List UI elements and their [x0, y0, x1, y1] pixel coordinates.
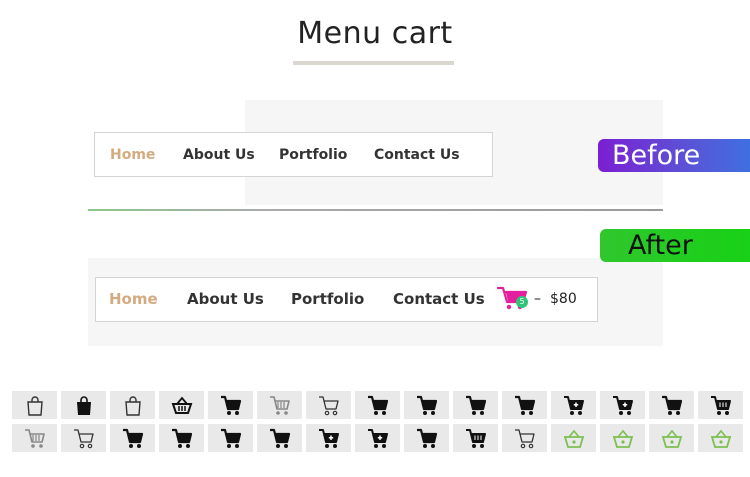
nav-item-about-us[interactable]: About Us [183, 147, 255, 163]
icon-option-cell[interactable] [502, 391, 547, 419]
cart-filled-icon [367, 395, 388, 415]
cart-total[interactable]: $80 [550, 291, 577, 307]
cart-filled-icon [269, 428, 290, 448]
cart-plus-icon [318, 429, 339, 448]
icon-option-cell[interactable] [551, 391, 596, 419]
icon-option-cell[interactable] [355, 391, 400, 419]
cart-plus-icon [367, 429, 388, 448]
cart-basket-filled-icon [710, 396, 731, 415]
icon-option-cell[interactable] [159, 391, 204, 419]
cart-filled-icon [171, 428, 192, 448]
after-label: After [600, 229, 750, 262]
cart-separator: – [534, 291, 541, 307]
cart-filled-icon [416, 428, 437, 448]
cart-filled-icon [220, 395, 241, 415]
icon-option-cell[interactable] [61, 424, 106, 452]
page-title: Menu cart [297, 16, 453, 51]
nav-item-home[interactable]: Home [109, 290, 158, 308]
basket-green-icon [612, 429, 633, 448]
icon-option-cell[interactable] [404, 424, 449, 452]
icon-option-cell[interactable] [110, 391, 155, 419]
shopping-bag-filled-icon [76, 396, 91, 415]
icon-option-cell[interactable] [551, 424, 596, 452]
basket-green-icon [661, 429, 682, 448]
basket-green-icon [563, 429, 584, 448]
cart-filled-icon [661, 395, 682, 415]
nav-item-contact-us[interactable]: Contact Us [374, 147, 460, 163]
shopping-bag-outline-icon [26, 396, 43, 416]
icon-option-cell[interactable] [453, 391, 498, 419]
icon-option-cell[interactable] [257, 424, 302, 452]
icon-option-cell[interactable] [698, 424, 743, 452]
icon-row [12, 424, 750, 452]
icon-option-cell[interactable] [355, 424, 400, 452]
title-underline [293, 61, 454, 65]
nav-item-portfolio[interactable]: Portfolio [279, 147, 347, 163]
icon-option-cell[interactable] [159, 424, 204, 452]
nav-before: Home About Us Portfolio Contact Us [94, 132, 493, 177]
cart-filled-icon [122, 428, 143, 448]
nav-item-about-us[interactable]: About Us [187, 290, 264, 308]
icon-option-cell[interactable] [12, 391, 57, 419]
icon-option-cell[interactable] [698, 391, 743, 419]
divider [88, 209, 663, 211]
icon-option-cell[interactable] [600, 391, 645, 419]
nav-item-home[interactable]: Home [110, 147, 155, 163]
cart-basket-filled-icon [465, 429, 486, 448]
basket-icon [171, 396, 192, 414]
cart-filled-icon [465, 395, 486, 415]
icon-option-cell[interactable] [61, 391, 106, 419]
icon-row [12, 391, 750, 419]
icon-option-cell[interactable] [453, 424, 498, 452]
cart-outline-icon [514, 429, 535, 449]
nav-item-contact-us[interactable]: Contact Us [393, 290, 485, 308]
cart-filled-icon [220, 428, 241, 448]
cart-plus-icon [563, 396, 584, 415]
icon-option-cell[interactable] [110, 424, 155, 452]
cart-filled-icon [416, 395, 437, 415]
before-label: Before [598, 139, 750, 172]
cart-count-badge: 5 [516, 296, 528, 308]
cart-filled-icon [514, 395, 535, 415]
icon-option-cell[interactable] [404, 391, 449, 419]
icon-option-cell[interactable] [208, 391, 253, 419]
basket-green-icon [710, 429, 731, 448]
icon-option-cell[interactable] [600, 424, 645, 452]
cart-outline-grey-icon [269, 396, 290, 415]
cart-outline-icon [318, 396, 339, 416]
cart-outline-icon [73, 429, 94, 449]
shopping-bag-outline-icon [124, 396, 141, 416]
icon-option-cell[interactable] [502, 424, 547, 452]
icon-option-cell[interactable] [306, 424, 351, 452]
icon-option-cell[interactable] [649, 391, 694, 419]
nav-item-portfolio[interactable]: Portfolio [291, 290, 364, 308]
icon-option-cell[interactable] [12, 424, 57, 452]
icon-option-cell[interactable] [257, 391, 302, 419]
icon-option-cell[interactable] [649, 424, 694, 452]
cart-outline-grey-icon [24, 429, 45, 448]
cart-plus-icon [612, 396, 633, 415]
icon-option-cell[interactable] [306, 391, 351, 419]
icon-option-cell[interactable] [208, 424, 253, 452]
cart-icon-grid [12, 391, 750, 457]
